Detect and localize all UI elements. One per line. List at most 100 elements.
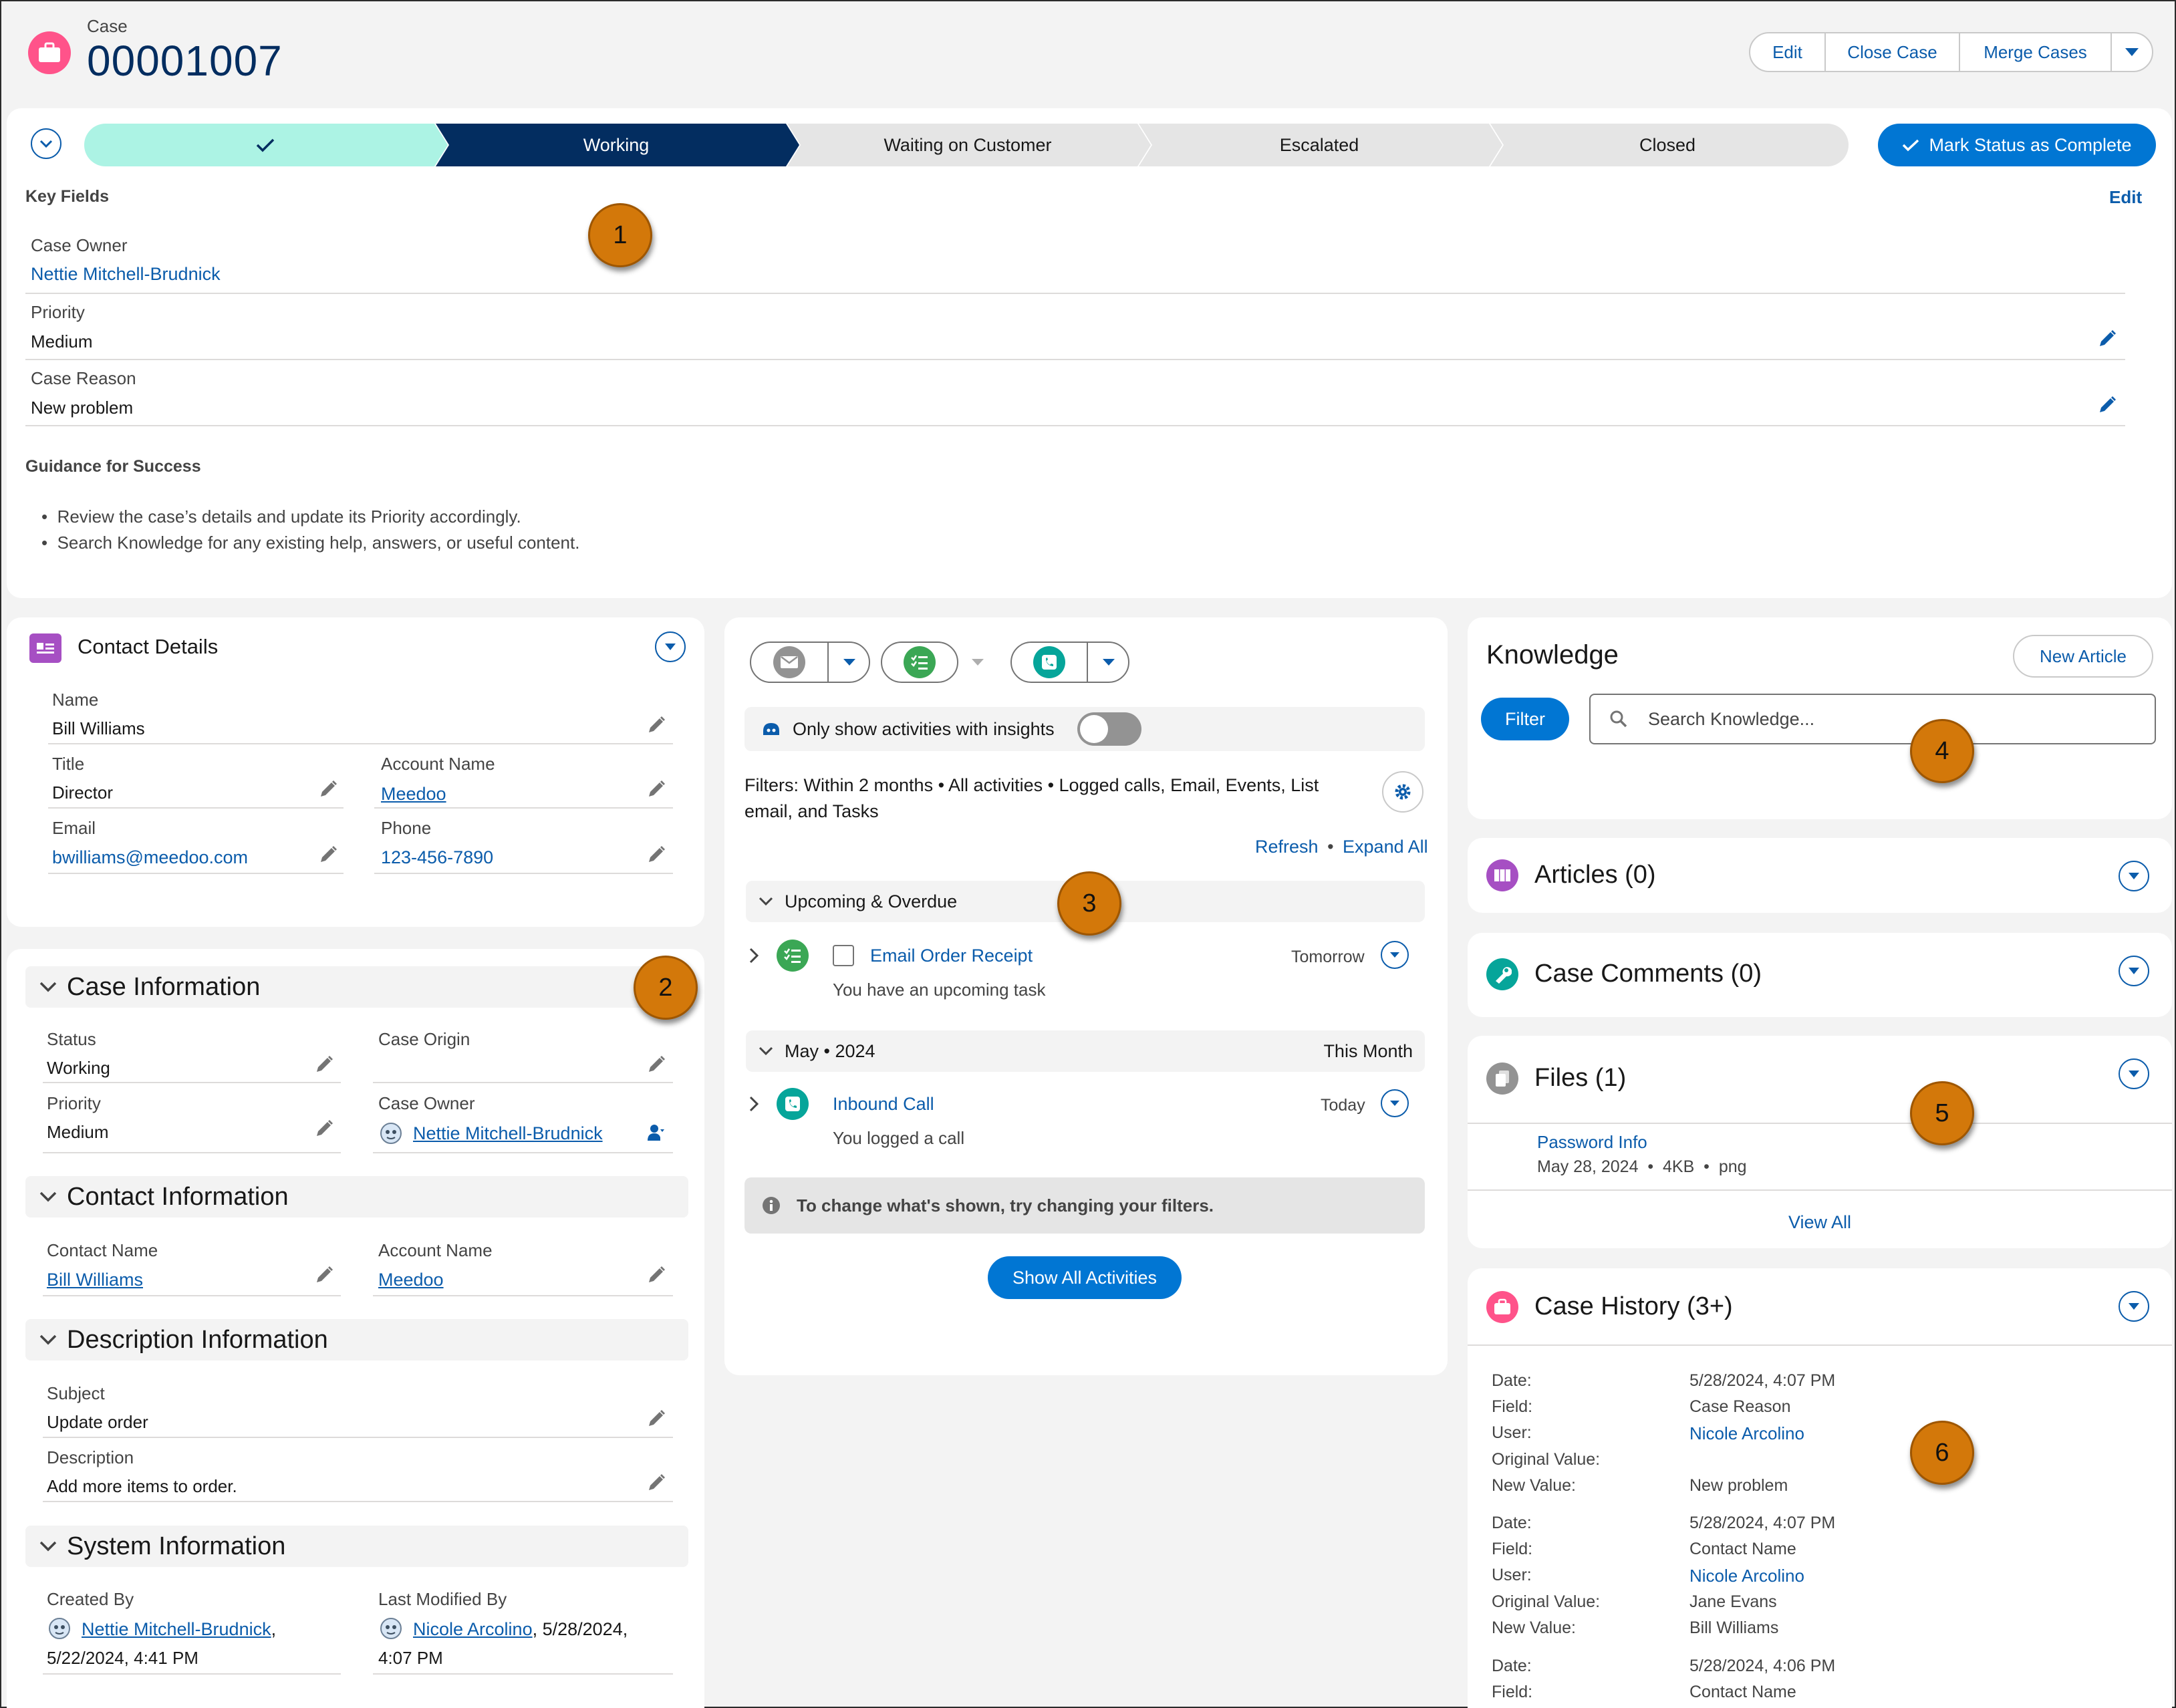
email-action-dropdown[interactable] [830,643,869,682]
call-row-menu[interactable] [1381,1089,1409,1117]
path-step-closed[interactable]: Closed [1497,124,1838,166]
kf-case-owner-link[interactable]: Nettie Mitchell-Brudnick [31,264,221,285]
merge-cases-button[interactable]: Merge Cases [1959,32,2112,72]
contact-details-menu[interactable] [655,631,686,662]
mark-status-complete-button[interactable]: Mark Status as Complete [1878,124,2156,166]
path-step-escalated[interactable]: Escalated [1145,124,1493,166]
close-case-button[interactable]: Close Case [1824,32,1960,72]
path-step-complete[interactable] [102,124,429,166]
task-icon [904,646,936,678]
insights-icon [763,723,779,735]
case-comments-icon [1486,958,1518,990]
call-title-link[interactable]: Inbound Call [833,1094,934,1115]
knowledge-search-input[interactable]: Search Knowledge... [1589,694,2156,744]
cd-name-label: Name [52,690,99,710]
path-collapse-button[interactable] [31,128,61,159]
case-comments-title[interactable]: Case Comments (0) [1534,960,1762,988]
contact-card-icon [29,633,61,663]
insights-toggle[interactable] [1077,712,1141,746]
description-information-header[interactable]: Description Information [25,1319,688,1361]
si-modified-date: 4:07 PM [378,1648,443,1668]
history-user-link[interactable]: Nicole Arcolino [1689,1566,1804,1586]
edit-pencil-icon[interactable] [646,845,666,865]
articles-menu[interactable] [2119,861,2149,891]
month-header[interactable]: May • 2024 This Month [746,1030,1425,1072]
change-owner-icon[interactable] [646,1123,666,1143]
edit-pencil-icon[interactable] [646,1265,666,1285]
files-view-all-link[interactable]: View All [1468,1212,2172,1233]
edit-pencil-icon[interactable] [314,1265,334,1285]
edit-pencil-icon[interactable] [318,779,338,799]
cd-phone-link[interactable]: 123-456-7890 [381,847,493,868]
refresh-link[interactable]: Refresh [1255,837,1319,857]
callout-badge-1: 1 [588,203,652,267]
guidance-item: • Review the case’s details and update i… [41,507,521,527]
contact-information-header[interactable]: Contact Information [25,1176,688,1218]
call-action-button[interactable] [1012,643,1087,682]
gear-icon [1395,784,1411,800]
task-icon [777,940,809,972]
files-menu[interactable] [2119,1058,2149,1089]
coi-contact-link[interactable]: Bill Williams [47,1270,143,1290]
more-actions-button[interactable] [2111,32,2153,72]
chevron-down-icon [39,1191,57,1202]
cd-title-value: Director [52,782,114,803]
ci-owner-link[interactable]: Nettie Mitchell-Brudnick [413,1123,603,1144]
filter-button[interactable]: Filter [1481,698,1569,740]
expand-all-link[interactable]: Expand All [1343,837,1428,857]
edit-pencil-icon[interactable] [2097,329,2117,349]
coi-account-link[interactable]: Meedoo [378,1270,444,1290]
edit-pencil-icon[interactable] [314,1054,334,1075]
history-user-link[interactable]: Nicole Arcolino [1689,1423,1804,1444]
path-step-waiting[interactable]: Waiting on Customer [794,124,1141,166]
di-description-label: Description [47,1447,134,1467]
files-title[interactable]: Files (1) [1534,1064,1626,1093]
call-action-dropdown[interactable] [1089,643,1128,682]
filter-settings-button[interactable] [1382,771,1423,813]
edit-pencil-icon[interactable] [314,1119,334,1139]
task-checkbox[interactable] [833,945,854,966]
di-subject-value: Update order [47,1412,148,1432]
edit-pencil-icon[interactable] [646,1054,666,1075]
callout-badge-2: 2 [634,956,698,1020]
task-title-link[interactable]: Email Order Receipt [870,946,1033,966]
edit-pencil-icon[interactable] [646,1473,666,1493]
edit-pencil-icon[interactable] [318,845,338,865]
cd-account-link[interactable]: Meedoo [381,784,446,805]
history-user-label: User: [1492,1566,1532,1584]
contact-information-title: Contact Information [67,1182,289,1211]
coi-account-label: Account Name [378,1240,493,1260]
edit-pencil-icon[interactable] [646,779,666,799]
email-action-button[interactable] [751,643,827,682]
edit-pencil-icon[interactable] [2097,395,2117,415]
task-row-menu[interactable] [1381,941,1409,969]
chevron-down-icon [2125,48,2139,56]
case-icon [28,31,71,74]
case-comments-menu[interactable] [2119,956,2149,986]
new-article-button[interactable]: New Article [2013,635,2153,678]
si-created-by-link[interactable]: Nettie Mitchell-Brudnick [82,1619,271,1639]
system-information-header[interactable]: System Information [25,1526,688,1567]
case-history-title[interactable]: Case History (3+) [1534,1292,1733,1321]
articles-title[interactable]: Articles (0) [1534,861,1656,889]
path-step-working[interactable]: Working [442,124,790,166]
edit-pencil-icon[interactable] [646,1409,666,1429]
si-created-by: Nettie Mitchell-Brudnick, [82,1619,277,1639]
edit-button[interactable]: Edit [1749,32,1826,72]
ci-status-value: Working [47,1058,110,1078]
history-new-value: Bill Williams [1689,1618,1779,1637]
case-history-menu[interactable] [2119,1291,2149,1322]
chevron-right-icon[interactable] [747,946,761,965]
cd-email-link[interactable]: bwilliams@meedoo.com [52,847,248,868]
task-action-dropdown[interactable] [961,643,994,682]
case-information-header[interactable]: Case Information [25,966,688,1008]
key-fields-edit-link[interactable]: Edit [2109,187,2142,208]
edit-pencil-icon[interactable] [646,715,666,735]
chevron-right-icon[interactable] [747,1095,761,1113]
task-action-button[interactable] [881,642,958,683]
si-modified-by-link[interactable]: Nicole Arcolino [413,1619,533,1639]
guidance-item: • Search Knowledge for any existing help… [41,533,580,553]
history-date-label: Date: [1492,1657,1532,1675]
show-all-activities-button[interactable]: Show All Activities [988,1256,1182,1299]
file-name-link[interactable]: Password Info [1537,1132,1647,1153]
